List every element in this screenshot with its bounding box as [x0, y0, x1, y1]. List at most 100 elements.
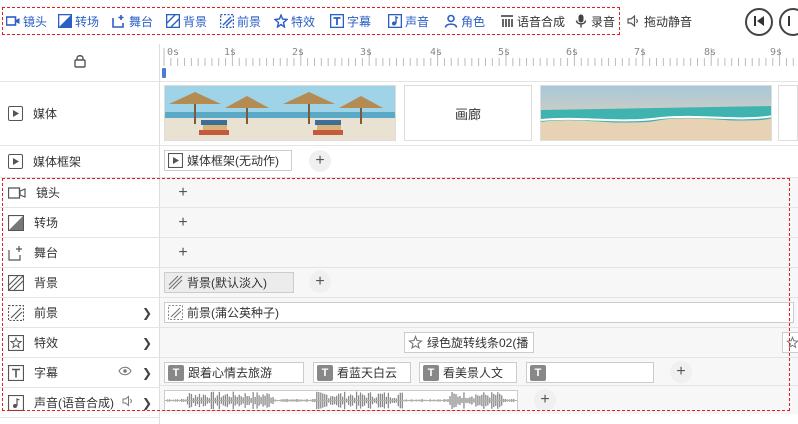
track-label-background[interactable]: 背景 — [0, 268, 160, 298]
plus-icon: + — [676, 363, 686, 380]
sound-icon — [8, 394, 24, 411]
time-ruler[interactable]: 0s 1s 2s 3s 4s 5s 6s 7s 8s 9s — [160, 44, 798, 82]
toolbar-camera-button[interactable]: 镜头 — [5, 12, 47, 30]
text-t-icon: T — [168, 364, 184, 381]
stage-icon — [8, 245, 24, 261]
chevron-right-icon[interactable]: ❯ — [142, 396, 152, 410]
play-button[interactable] — [779, 8, 798, 36]
media-clip-gallery[interactable]: 画廊 — [404, 85, 532, 141]
media-clip-partial[interactable] — [778, 85, 798, 141]
volume-icon[interactable] — [122, 395, 134, 410]
track-label-text: 舞台 — [34, 246, 59, 260]
background-clip[interactable]: 背景(默认淡入) — [164, 272, 294, 293]
drag-mute-label: 拖动静音 — [644, 14, 693, 29]
camera-track: + — [160, 178, 798, 208]
foreground-clip-icon — [168, 305, 183, 320]
chevron-right-icon[interactable]: ❯ — [142, 366, 152, 380]
beach-umbrella-image — [165, 86, 395, 140]
track-label-text: 声音(语音合成) — [34, 396, 114, 410]
lock-icon — [73, 54, 87, 71]
media-frame-clip[interactable]: 媒体框架(无动作) — [164, 150, 292, 171]
toolbar-sound-button[interactable]: 声音 — [387, 12, 430, 30]
background-track: 背景(默认淡入) + — [160, 268, 798, 298]
track-label-sound[interactable]: 声音(语音合成) ❯ — [0, 388, 160, 418]
toolbar-character-button[interactable]: 角色 — [444, 12, 485, 30]
track-label-effects[interactable]: 特效 ❯ — [0, 328, 160, 358]
media-play-icon — [8, 106, 23, 121]
effects-clip-label: 绿色旋转线条02(播 — [427, 336, 529, 350]
track-label-media[interactable]: 媒体 — [0, 82, 160, 146]
add-subtitle-button[interactable]: + — [670, 361, 692, 383]
track-label-text: 背景 — [34, 276, 59, 290]
chevron-right-icon[interactable]: ❯ — [142, 336, 152, 350]
background-clip-label: 背景(默认淡入) — [187, 276, 267, 290]
foreground-icon — [219, 13, 235, 29]
subtitle-clip[interactable]: T 跟着心情去旅游 — [164, 362, 304, 383]
foreground-clip[interactable]: 前景(蒲公英种子) — [164, 302, 794, 323]
plus-icon: + — [178, 214, 188, 231]
toolbar-subtitle-button[interactable]: 字幕 — [329, 12, 372, 30]
subtitle-clip-label: 看美景人文 — [443, 366, 504, 380]
effects-clip-partial[interactable] — [782, 332, 798, 353]
speech-synthesis-icon — [500, 14, 514, 28]
add-background-button[interactable]: + — [309, 271, 331, 293]
background-clip-icon — [168, 275, 183, 290]
track-label-stage[interactable]: 舞台 — [0, 238, 160, 268]
ruler-tick-label: 0s — [167, 47, 180, 58]
transition-track: + — [160, 208, 798, 238]
text-t-icon: T — [423, 364, 439, 381]
toolbar-effects-button[interactable]: 特效 — [273, 12, 315, 30]
track-label-transition[interactable]: 转场 — [0, 208, 160, 238]
foreground-clip-label: 前景(蒲公英种子) — [187, 306, 279, 320]
toolbar-record-button[interactable]: 录音 — [574, 12, 615, 30]
track-label-subtitle[interactable]: 字幕 ❯ — [0, 358, 160, 388]
track-label-foreground[interactable]: 前景 ❯ — [0, 298, 160, 328]
camera-icon — [8, 186, 26, 200]
drag-mute-toggle[interactable]: 拖动静音 — [627, 12, 692, 30]
add-transition-button[interactable]: + — [172, 212, 194, 234]
subtitle-clip-label: 看蓝天白云 — [337, 366, 398, 380]
ruler-tick-label: 6s — [566, 47, 579, 58]
background-icon — [8, 274, 24, 291]
play-icon — [787, 15, 798, 30]
gallery-label: 画廊 — [454, 106, 481, 122]
toolbar-label: 声音 — [405, 14, 430, 29]
track-label-camera[interactable]: 镜头 — [0, 178, 160, 208]
audio-waveform — [165, 391, 517, 410]
subtitle-clip[interactable]: T 看美景人文 — [419, 362, 517, 383]
ruler-ticks — [162, 48, 794, 78]
subtitle-clip[interactable]: T 看蓝天白云 — [313, 362, 411, 383]
text-t-icon: T — [317, 364, 333, 381]
media-clip-beach-sunset[interactable] — [540, 85, 772, 141]
effects-icon — [8, 334, 24, 351]
add-media-frame-button[interactable]: + — [309, 150, 331, 172]
microphone-icon — [574, 14, 588, 28]
toolbar-foreground-button[interactable]: 前景 — [219, 12, 261, 30]
toolbar-stage-button[interactable]: 舞台 — [112, 12, 153, 30]
toolbar-label: 字幕 — [347, 14, 372, 29]
media-clip-beach-umbrellas[interactable] — [164, 85, 396, 141]
plus-icon: + — [540, 391, 550, 408]
eye-icon[interactable] — [118, 366, 132, 379]
toolbar-background-button[interactable]: 背景 — [165, 12, 207, 30]
track-label-text: 字幕 — [34, 366, 59, 380]
speech-audio-clip[interactable] — [164, 390, 518, 411]
toolbar-transition-button[interactable]: 转场 — [57, 12, 100, 30]
effects-clip[interactable]: 绿色旋转线条02(播 — [404, 332, 534, 353]
track-label-media-frame[interactable]: 媒体框架 — [0, 146, 160, 178]
chevron-right-icon[interactable]: ❯ — [142, 306, 152, 320]
skip-to-start-button[interactable] — [745, 8, 773, 36]
subtitle-clip-empty[interactable]: T — [526, 362, 654, 383]
toolbar-label: 转场 — [75, 14, 100, 29]
background-icon — [165, 13, 181, 29]
add-camera-button[interactable]: + — [172, 182, 194, 204]
ruler-tick-label: 3s — [360, 47, 373, 58]
ruler-tick-label: 4s — [430, 47, 443, 58]
track-label-text: 转场 — [34, 216, 59, 230]
ruler-tick-label: 9s — [770, 47, 783, 58]
lock-cell[interactable] — [0, 44, 160, 82]
character-icon — [444, 14, 458, 28]
add-stage-button[interactable]: + — [172, 242, 194, 264]
toolbar-speech-synthesis-button[interactable]: 语音合成 — [500, 12, 565, 30]
add-sound-button[interactable]: + — [534, 389, 556, 411]
